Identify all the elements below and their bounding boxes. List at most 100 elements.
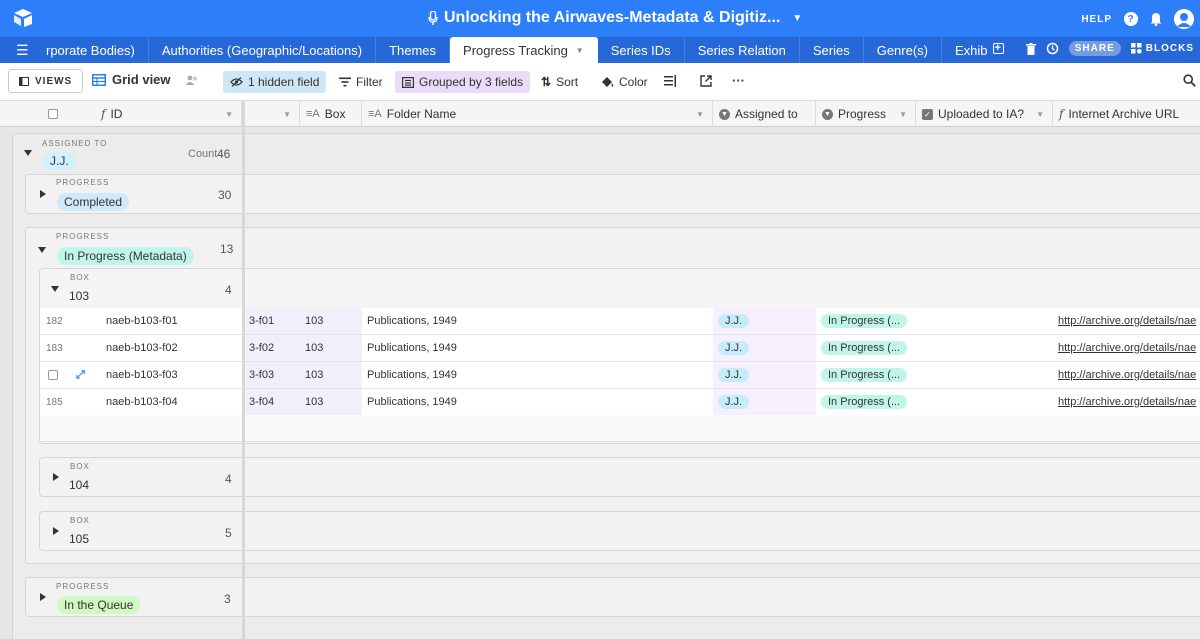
ia-url-cell[interactable]: http://archive.org/details/nae (1053, 308, 1200, 334)
more-options-button[interactable]: ··· (732, 73, 745, 88)
row-number[interactable]: 183 (40, 335, 95, 361)
history-icon[interactable] (1046, 42, 1059, 55)
tab-authorities-geographic[interactable]: Authorities (Geographic/Locations) (149, 37, 377, 63)
base-title[interactable]: Unlocking the Airwaves-Metadata & Digiti… (428, 9, 802, 27)
row-number[interactable]: ⤢ (40, 362, 95, 388)
column-header-hidden-id[interactable]: ▼ (245, 101, 300, 127)
assigned-to-cell[interactable]: J.J. (713, 362, 816, 388)
search-icon[interactable] (1183, 74, 1196, 87)
grid-view-selector[interactable]: Grid view (92, 72, 199, 87)
airtable-logo-icon[interactable] (12, 8, 34, 28)
share-button[interactable]: SHARE (1068, 41, 1121, 56)
hidden-id-cell[interactable]: 3-f01 (244, 308, 300, 334)
uploaded-cell[interactable] (916, 335, 1053, 361)
row-number[interactable]: 182 (40, 308, 95, 334)
column-header-assigned-to[interactable]: ▼ Assigned to (713, 101, 816, 127)
bell-icon[interactable] (1150, 12, 1162, 26)
tab-progress-tracking[interactable]: Progress Tracking ▼ (450, 37, 598, 63)
collapse-group-icon[interactable] (51, 286, 59, 292)
assigned-to-cell[interactable]: J.J. (713, 335, 816, 361)
chevron-down-icon[interactable]: ▼ (225, 110, 233, 119)
folder-name-cell[interactable]: Publications, 1949 (362, 308, 713, 334)
table-row[interactable]: 182 naeb-b103-f01 3-f01 103 Publications, 19… (40, 308, 1200, 335)
help-link[interactable]: HELP (1081, 14, 1112, 25)
id-cell[interactable]: naeb-b103-f01 (101, 308, 241, 334)
progress-cell[interactable]: In Progress (... (816, 308, 916, 334)
column-header-uploaded[interactable]: ✓ Uploaded to IA? ▼ (916, 101, 1053, 127)
box-cell[interactable]: 103 (300, 308, 362, 334)
table-row[interactable]: 183 naeb-b103-f02 3-f02 103 Publications, 19… (40, 335, 1200, 362)
id-cell[interactable]: naeb-b103-f03 (101, 362, 241, 388)
column-header-progress[interactable]: ▼ Progress ▼ (816, 101, 916, 127)
id-cell[interactable]: naeb-b103-f04 (101, 389, 241, 415)
chevron-down-icon[interactable]: ▼ (283, 110, 291, 119)
column-header-ia-url[interactable]: f Internet Archive URL (1053, 101, 1200, 127)
box-cell[interactable]: 103 (300, 335, 362, 361)
column-header-id[interactable]: f ID ▼ (95, 101, 242, 127)
progress-cell[interactable]: In Progress (... (816, 335, 916, 361)
color-button[interactable]: Color (594, 71, 655, 93)
uploaded-cell[interactable] (916, 308, 1053, 334)
expand-group-icon[interactable] (53, 473, 59, 481)
add-record-row[interactable] (40, 415, 1200, 442)
chevron-down-icon[interactable]: ▼ (792, 13, 802, 24)
tab-genres[interactable]: Genre(s) (864, 37, 942, 63)
column-header-folder-name[interactable]: ≡A Folder Name ▼ (362, 101, 713, 127)
tab-series-ids[interactable]: Series IDs (598, 37, 685, 63)
tab-series-relation[interactable]: Series Relation (685, 37, 800, 63)
chevron-down-icon[interactable]: ▼ (899, 110, 907, 119)
add-table-icon[interactable]: + (992, 43, 1004, 54)
hidden-id-cell[interactable]: 3-f03 (244, 362, 300, 388)
help-icon[interactable]: ? (1124, 12, 1138, 26)
hidden-id-cell[interactable]: 3-f04 (244, 389, 300, 415)
archive-link[interactable]: http://archive.org/details/nae (1058, 342, 1196, 354)
archive-link[interactable]: http://archive.org/details/nae (1058, 369, 1196, 381)
frozen-column-divider[interactable] (242, 101, 245, 639)
avatar[interactable] (1174, 9, 1194, 29)
menu-icon[interactable]: ☰ (16, 42, 29, 59)
id-cell[interactable]: naeb-b103-f02 (101, 335, 241, 361)
box-cell[interactable]: 103 (300, 389, 362, 415)
box-cell[interactable]: 103 (300, 362, 362, 388)
views-button[interactable]: VIEWS (8, 69, 84, 93)
expand-group-icon[interactable] (40, 593, 46, 601)
folder-name-cell[interactable]: Publications, 1949 (362, 335, 713, 361)
assigned-to-cell[interactable]: J.J. (713, 389, 816, 415)
assigned-to-cell[interactable]: J.J. (713, 308, 816, 334)
trash-icon[interactable] (1025, 42, 1036, 55)
uploaded-cell[interactable] (916, 362, 1053, 388)
hidden-id-cell[interactable]: 3-f02 (244, 335, 300, 361)
chevron-down-icon[interactable]: ▼ (576, 46, 584, 55)
expand-group-icon[interactable] (40, 190, 46, 198)
ia-url-cell[interactable]: http://archive.org/details/nae (1053, 362, 1200, 388)
row-checkbox[interactable] (48, 370, 58, 380)
chevron-down-icon[interactable]: ▼ (1036, 110, 1044, 119)
table-row[interactable]: 185 naeb-b103-f04 3-f04 103 Publications, 19… (40, 389, 1200, 416)
collapse-group-icon[interactable] (24, 150, 32, 156)
tab-themes[interactable]: Themes (376, 37, 451, 63)
hidden-fields-button[interactable]: 1 hidden field (223, 71, 327, 93)
tab-corporate-bodies[interactable]: rporate Bodies) (38, 37, 149, 63)
collapse-group-icon[interactable] (38, 247, 46, 253)
expand-record-icon[interactable]: ⤢ (76, 369, 85, 382)
filter-button[interactable]: Filter (332, 71, 390, 93)
share-view-icon[interactable] (700, 75, 712, 87)
column-header-box[interactable]: ≡A Box (300, 101, 362, 127)
collaborators-icon[interactable] (185, 75, 199, 85)
ia-url-cell[interactable]: http://archive.org/details/nae (1053, 335, 1200, 361)
row-height-icon[interactable] (664, 75, 676, 87)
folder-name-cell[interactable]: Publications, 1949 (362, 389, 713, 415)
tab-series[interactable]: Series (800, 37, 864, 63)
progress-cell[interactable]: In Progress (... (816, 389, 916, 415)
group-button[interactable]: Grouped by 3 fields (395, 71, 531, 93)
ia-url-cell[interactable]: http://archive.org/details/nae (1053, 389, 1200, 415)
blocks-button[interactable]: BLOCKS (1130, 43, 1194, 54)
archive-link[interactable]: http://archive.org/details/nae (1058, 396, 1196, 408)
table-row[interactable]: ⤢ naeb-b103-f03 3-f03 103 Publications, 1949… (40, 362, 1200, 389)
uploaded-cell[interactable] (916, 389, 1053, 415)
archive-link[interactable]: http://archive.org/details/nae (1058, 315, 1196, 327)
chevron-down-icon[interactable]: ▼ (696, 110, 704, 119)
expand-group-icon[interactable] (53, 527, 59, 535)
sort-button[interactable]: ⇅ Sort (534, 71, 585, 93)
progress-cell[interactable]: In Progress (... (816, 362, 916, 388)
